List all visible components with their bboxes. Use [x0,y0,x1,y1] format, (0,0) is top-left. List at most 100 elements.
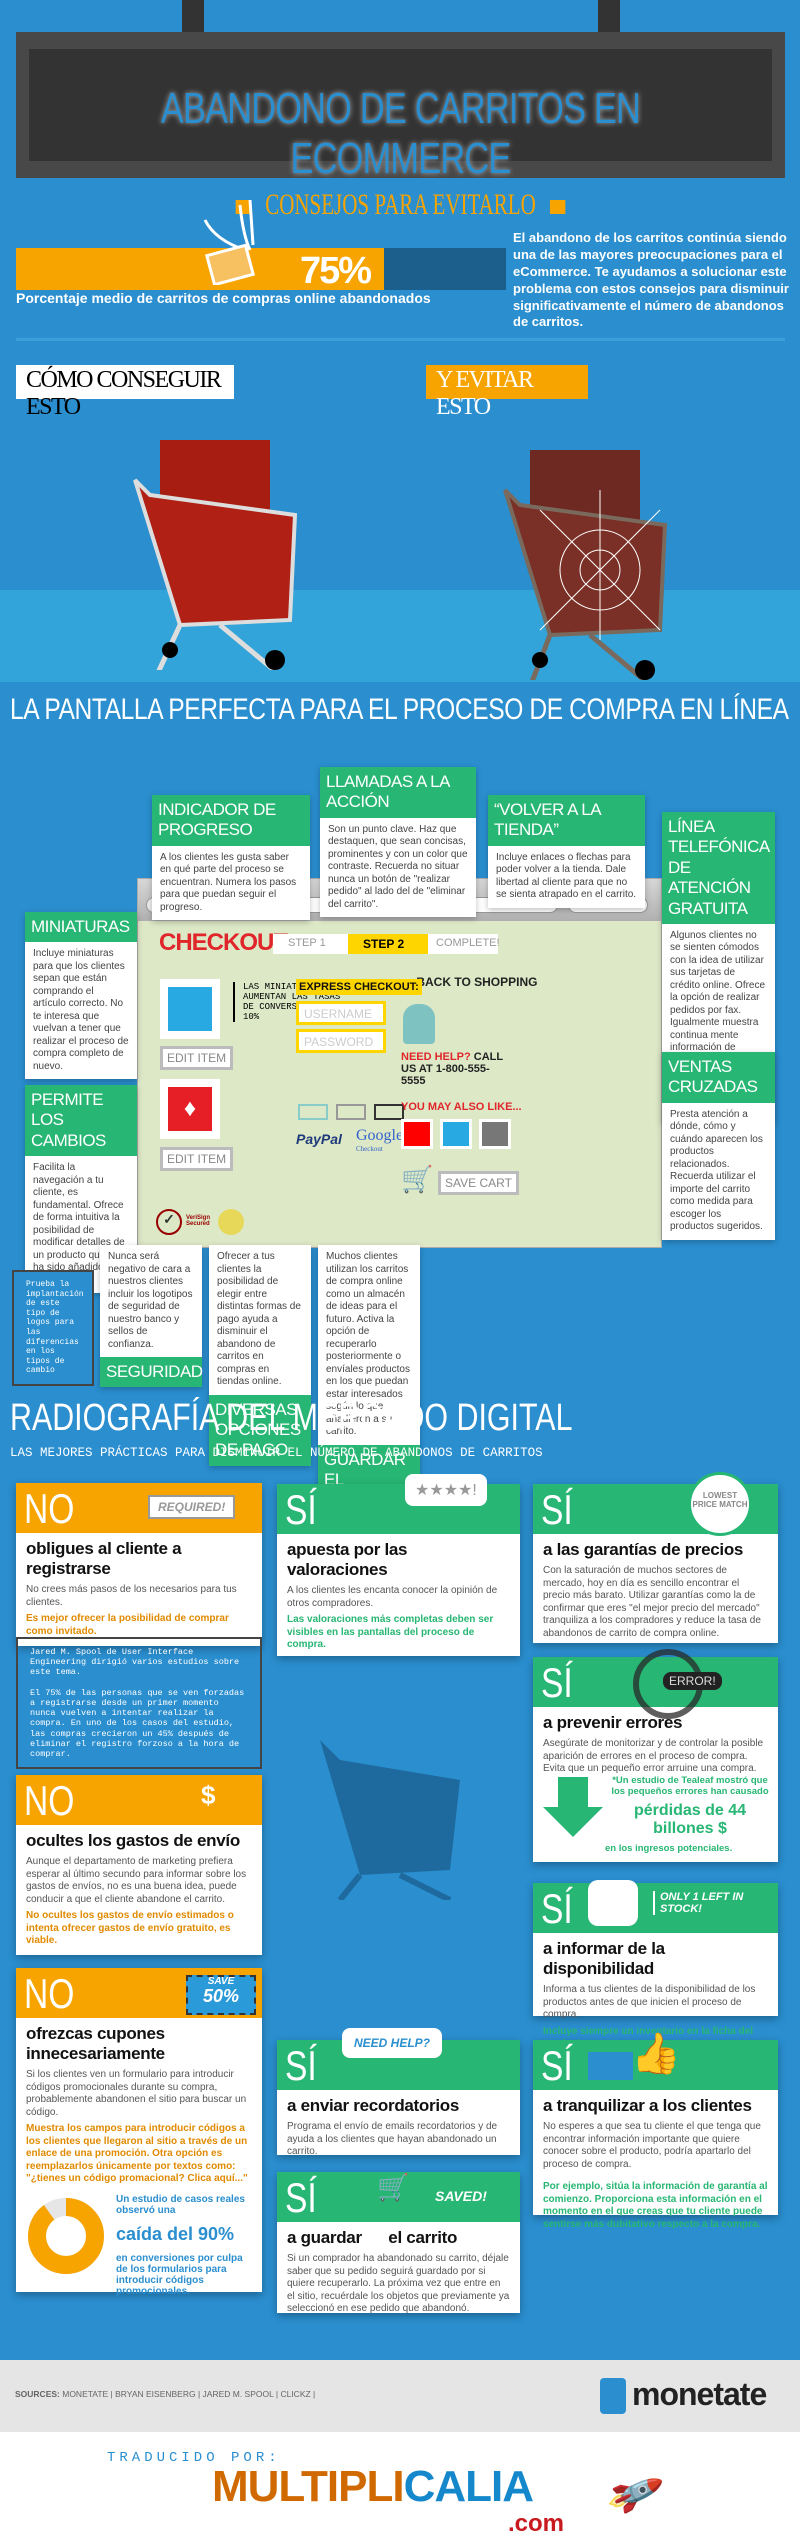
card-text: Aunque el departamento de marketing pref… [26,1856,247,1905]
tip-lead: *Un estudio de Tealeaf mostró que los pe… [611,1775,769,1797]
card-text: No crees más pasos de los necesarios par… [26,1584,237,1608]
callout-cross-sell: VENTAS CRUZADAS Presta atención a dónde, … [662,1052,775,1240]
sources-bar: SOURCES: MONETATE | BRYAN EISENBERG | JA… [0,2360,800,2432]
google-checkout-logo[interactable]: Google Checkout [356,1127,403,1153]
suggested-product[interactable] [440,1119,472,1149]
card-text: Asegúrate de monitorizar y de controlar … [543,1738,764,1774]
callout-text: Incluye enlaces o flechas para poder vol… [496,851,637,901]
callout-text: Son un punto clave. Haz que destaquen, q… [328,823,468,910]
section-title-market: RADIOGRAFÍA DEL MERCADO DIGITAL [10,1397,573,1439]
down-arrow-shaft [558,1777,588,1809]
saved-label: SAVED! [435,2188,487,2204]
lock-seal-icon [218,1209,244,1235]
card-tip: Muestra los campos para introducir códig… [26,2123,248,2184]
card-title: a tranquilizar a los clientes [543,2096,752,2115]
section-subtitle-market: LAS MEJORES PRÁCTICAS PARA DISMINUIR EL … [10,1446,543,1460]
coupon-pct: 50% [202,1986,240,2006]
intro-text: El abandono de los carritos continúa sie… [513,230,789,330]
callout-text: Presta atención a dónde, cómo y cuándo a… [670,1108,763,1233]
donut-90-percent [28,2198,104,2274]
cobweb-cart-silhouette [320,1740,460,1900]
tip-value: pérdidas de 44 billones $ [633,1802,747,1837]
card-option-icon[interactable] [298,1104,328,1120]
down-arrow-icon [543,1807,603,1837]
card-tag: NO [24,1970,75,2017]
card-yes-save-cart: SÍ 🛒 SAVED! a guardar el carrito Si un compr… [277,2172,520,2314]
card-title: a informar de la disponibilidad [543,1939,665,1978]
dollar-box-icon: $ [201,1780,216,1810]
section-title-checkout: LA PANTALLA PERFECTA PARA EL PROCESO DE … [10,693,789,726]
sources-label: SOURCES: [15,2389,60,2399]
card-tag: SÍ [285,2174,317,2221]
spool-study-note: Jared M. Spool de User Interface Enginee… [16,1637,262,1770]
card-title: ocultes los gastos de envío [26,1831,240,1850]
stat-lead: Un estudio de casos reales observó una [116,2194,245,2216]
card-text: A los clientes les encanta conocer la op… [287,1585,498,1609]
card-text: Con la saturación de muchos sectores de … [543,1565,761,1639]
google-label: Google [356,1127,404,1144]
callout-title: PERMITE LOS CAMBIOS [25,1085,137,1157]
error-badge: ERROR! [663,1672,722,1690]
thumbnail-shirt [160,979,220,1039]
brand-part2: CALIA [403,2462,534,2511]
divider [16,338,785,341]
callout-save-cart: Muchos clientes utilizan los carritos de… [318,1245,420,1516]
suggested-product[interactable] [479,1119,511,1149]
callout-title: “VOLVER A LA TIENDA” [488,795,645,846]
card-yes-reassure: SÍ 👍 a tranquilizar a los clientes No esper… [533,2032,778,2230]
help-red: NEED HELP? [401,1051,471,1063]
verisign-seal: ✓ [156,1209,182,1235]
header-sign: ABANDONO DE CARRITOS EN ECOMMERCE CONSEJ… [16,32,785,221]
edit-item-button[interactable]: EDIT ITEM [160,1147,234,1171]
abandoned-cobweb-cart-icon [503,450,668,680]
thumbs-up-icon: 👍 [631,2032,681,2076]
express-checkout-label: EXPRESS CHECKOUT: [296,979,422,995]
callout-text: Ofrecer a tus clientes la posibilidad de… [217,1251,301,1387]
callout-cta: LLAMADAS A LA ACCIÓN Son un punto clave. … [320,767,476,918]
save-50-coupon: SAVE 50% [186,1975,256,2015]
note-p2: El 75% de las personas que se ven forzad… [30,1687,245,1759]
step-complete: COMPLETE! [428,934,500,954]
brand-domain: .com [508,2510,565,2537]
callout-title: LLAMADAS A LA ACCIÓN [320,767,476,818]
required-badge: REQUIRED! [148,1495,236,1519]
callout-title: INDICADOR DE PROGRESO [152,795,310,846]
card-tag: NO [24,1485,75,1532]
callout-text: A los clientes les gusta saber en qué pa… [160,851,297,913]
card-yes-ratings: SÍ ★★★★! apuesta por las valoraciones A los… [277,1474,520,1656]
subtitle-text: CONSEJOS PARA EVITARLO [265,188,536,221]
paypal-logo[interactable]: PayPal [296,1131,342,1147]
username-input[interactable]: USERNAME [296,1001,386,1025]
card-text: Programa el envío de emails recordatorio… [287,2121,498,2157]
card-option-icon[interactable] [374,1104,404,1120]
card-option-icon[interactable] [336,1104,366,1120]
card-tag: SÍ [541,1659,573,1706]
password-input[interactable]: PASSWORD [296,1029,386,1053]
back-label: BACK TO SHOPPING [416,975,538,989]
ribbon-icon [549,200,566,215]
monetate-puzzle-icon [600,2378,626,2414]
need-help-bubble: NEED HELP? [342,2028,443,2058]
card-text: No esperes a que sea tu cliente el que t… [543,2121,761,2170]
card-title: obligues al cliente a registrarse [26,1539,182,1578]
edit-item-button[interactable]: EDIT ITEM [160,1046,234,1070]
callout-title: MINIATURAS [25,912,137,943]
star-rating-bubble: ★★★★! [405,1474,487,1506]
sources-list: MONETATE | BRYAN EISENBERG | JARED M. SP… [59,2389,316,2399]
callout-thumbnails: MINIATURAS Incluye miniaturas para que lo… [25,912,137,1080]
suggested-product[interactable] [401,1119,433,1149]
callout-progress: INDICADOR DE PROGRESO A los clientes les … [152,795,310,921]
callout-text: Incluye miniaturas para que los clientes… [33,948,129,1072]
tealeaf-stat: *Un estudio de Tealeaf mostró que los pe… [605,1775,775,1854]
page-title: ABANDONO DE CARRITOS EN ECOMMERCE [160,84,641,183]
card-tag: NO [24,1777,75,1824]
save-cart-button[interactable]: SAVE CART [438,1171,519,1195]
note-p1: Jared M. Spool de User Interface Enginee… [30,1647,240,1678]
card-tag: SÍ [285,2042,317,2089]
card-title: ofrezcas cupones innecesariamente [26,2024,165,2063]
coupon-stat: Un estudio de casos reales observó una ca… [116,2194,256,2297]
callout-security: Nunca será negativo de cara a nuestros c… [100,1245,203,1388]
card-title: a enviar recordatorios [287,2096,459,2115]
card-text: Si un comprador ha abandonado su carrito… [287,2253,510,2314]
tip-tail: en los ingresos potenciales. [605,1843,733,1854]
